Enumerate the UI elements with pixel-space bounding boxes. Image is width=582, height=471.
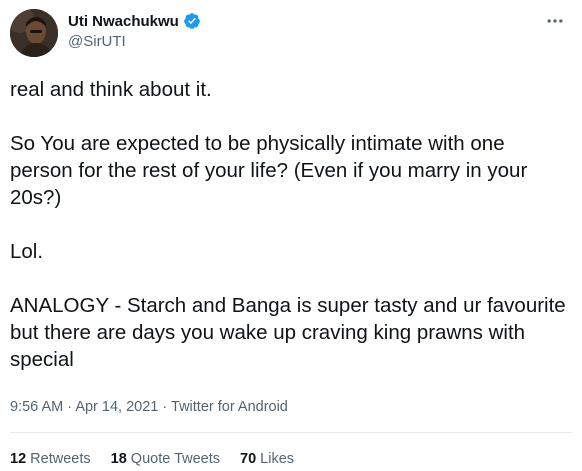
quote-tweets-count: 18: [110, 451, 127, 467]
author-names: Uti Nwachukwu @SirUTI: [68, 12, 201, 50]
avatar[interactable]: [10, 9, 58, 57]
tweet-paragraph: So You are expected to be physically int…: [10, 132, 528, 209]
retweets-stat[interactable]: 12 Retweets: [10, 451, 91, 467]
likes-label: Likes: [260, 451, 295, 467]
display-name-row: Uti Nwachukwu: [68, 12, 201, 30]
verified-badge-icon: [183, 12, 201, 30]
tweet-header: Uti Nwachukwu @SirUTI: [10, 9, 570, 59]
retweets-label: Retweets: [30, 451, 91, 467]
tweet-text: real and think about it. So You are expe…: [10, 76, 570, 373]
retweets-count: 12: [10, 451, 27, 467]
tweet-time[interactable]: 9:56 AM: [10, 399, 63, 415]
likes-count: 70: [240, 451, 257, 467]
meta-separator: ·: [162, 399, 168, 415]
tweet-stats: 12 Retweets 18 Quote Tweets 70 Likes: [10, 451, 294, 467]
tweet-paragraph: ANALOGY - Starch and Banga is super tast…: [10, 294, 566, 371]
quote-tweets-label: Quote Tweets: [130, 451, 220, 467]
tweet-meta: 9:56 AM · Apr 14, 2021 · Twitter for And…: [10, 399, 288, 415]
author-handle[interactable]: @SirUTI: [68, 33, 201, 50]
display-name[interactable]: Uti Nwachukwu: [68, 13, 179, 30]
meta-separator: ·: [67, 399, 73, 415]
tweet-paragraph: Lol.: [10, 240, 44, 263]
more-options-icon[interactable]: [540, 9, 570, 33]
tweet-client[interactable]: Twitter for Android: [171, 399, 288, 415]
likes-stat[interactable]: 70 Likes: [240, 451, 294, 467]
tweet-date[interactable]: Apr 14, 2021: [75, 399, 158, 415]
quote-tweets-stat[interactable]: 18 Quote Tweets: [111, 451, 220, 467]
tweet-paragraph: real and think about it.: [10, 78, 212, 101]
divider: [10, 432, 572, 433]
